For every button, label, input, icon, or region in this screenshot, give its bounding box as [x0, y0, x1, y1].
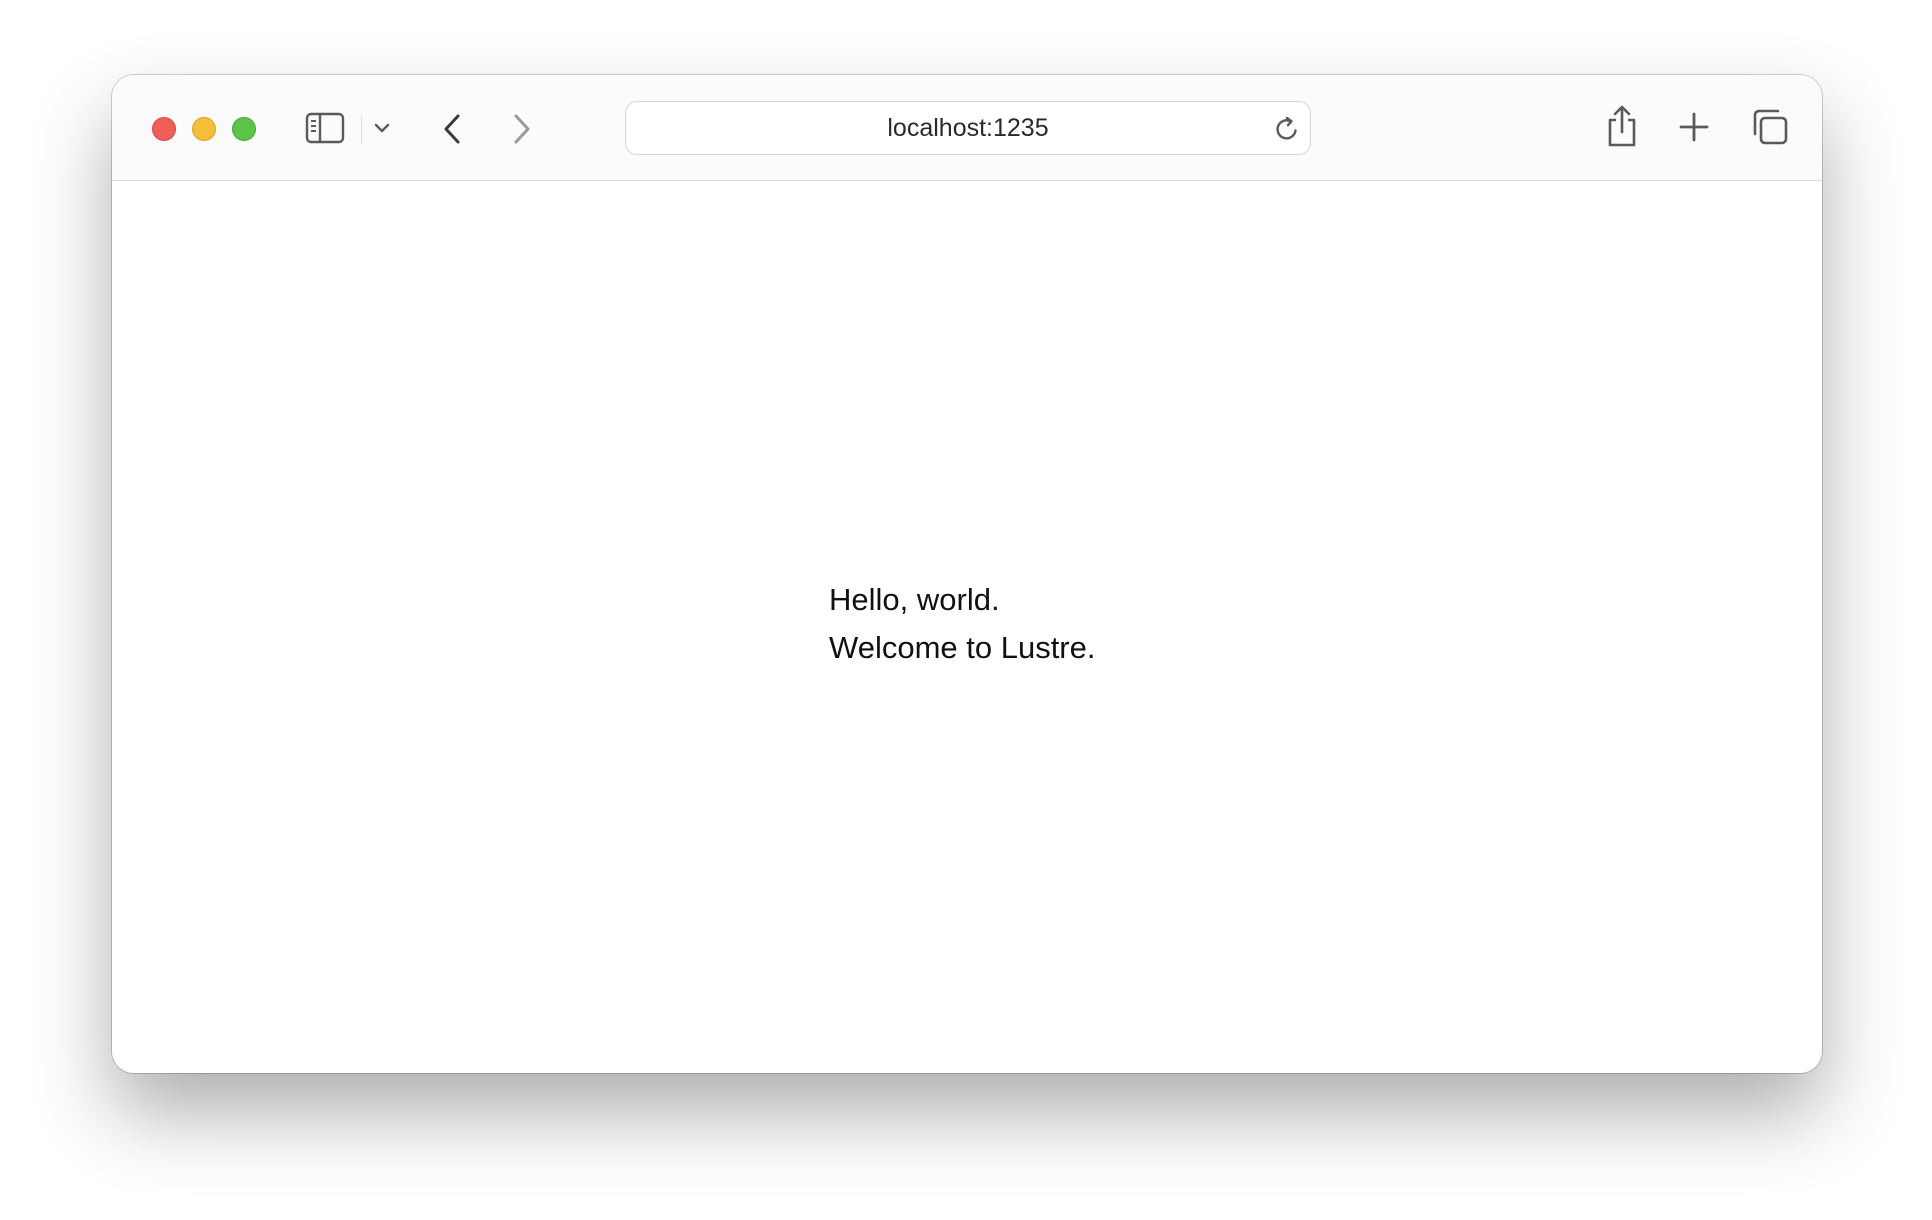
- url-text[interactable]: localhost:1235: [626, 102, 1310, 156]
- tab-group-menu-button[interactable]: [370, 117, 394, 139]
- welcome-text: Welcome to Lustre.: [829, 630, 1096, 665]
- tab-overview-button[interactable]: [1750, 107, 1790, 147]
- chevron-right-icon: [514, 114, 530, 144]
- plus-icon: [1679, 112, 1709, 142]
- chevron-down-icon: [374, 123, 390, 133]
- reload-button[interactable]: [1272, 114, 1302, 144]
- share-icon: [1608, 105, 1636, 147]
- toolbar-divider: [361, 115, 362, 145]
- back-button[interactable]: [434, 109, 470, 149]
- browser-toolbar: localhost:1235: [112, 75, 1822, 181]
- tabs-overview-icon: [1753, 109, 1788, 145]
- reload-icon: [1276, 116, 1297, 140]
- forward-button[interactable]: [504, 109, 540, 149]
- web-page-content: Hello, world. Welcome to Lustre.: [112, 181, 1822, 1073]
- greeting-text: Hello, world.: [829, 582, 1000, 617]
- browser-window: localhost:1235 Hello, world. Welcome to …: [112, 75, 1822, 1073]
- desktop-background: localhost:1235 Hello, world. Welcome to …: [0, 0, 1932, 1220]
- address-bar[interactable]: localhost:1235: [625, 101, 1311, 155]
- close-window-button[interactable]: [152, 117, 176, 141]
- zoom-window-button[interactable]: [232, 117, 256, 141]
- chevron-left-icon: [444, 114, 460, 144]
- new-tab-button[interactable]: [1676, 109, 1712, 145]
- share-button[interactable]: [1600, 103, 1644, 149]
- welcome-message: Hello, world. Welcome to Lustre.: [829, 576, 1095, 672]
- sidebar-toggle-button[interactable]: [304, 111, 346, 145]
- sidebar-icon: [305, 112, 345, 144]
- minimize-window-button[interactable]: [192, 117, 216, 141]
